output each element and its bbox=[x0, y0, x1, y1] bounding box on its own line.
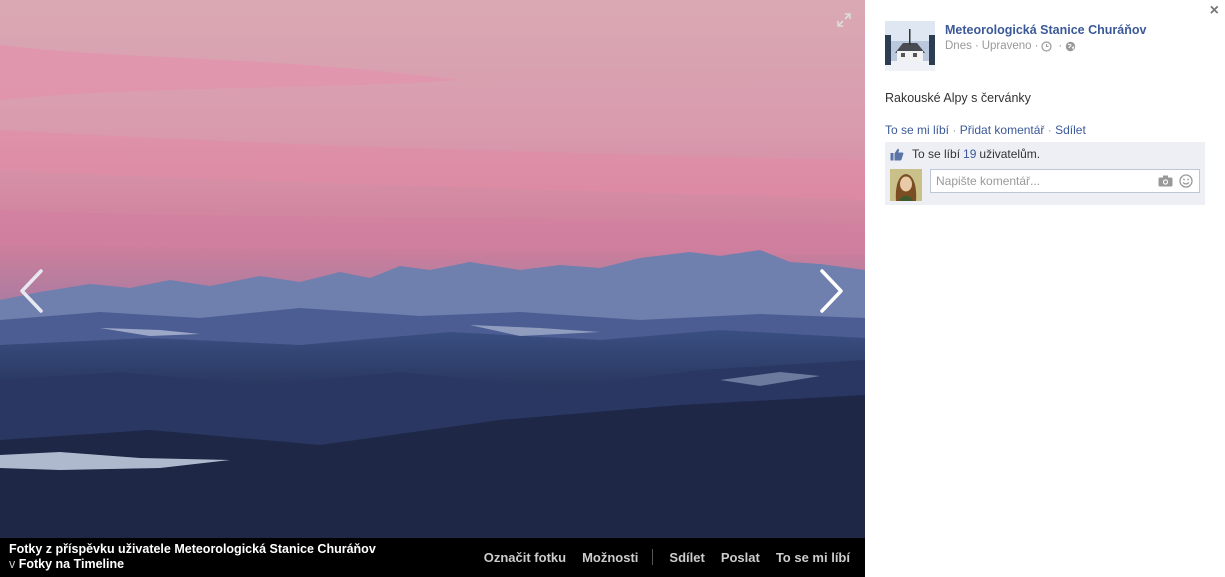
send-button[interactable]: Poslat bbox=[721, 550, 760, 565]
edited-label[interactable]: Upraveno bbox=[982, 40, 1032, 52]
post-date[interactable]: Dnes bbox=[945, 40, 972, 52]
photo-source: Fotky z příspěvku uživatele Meteorologic… bbox=[9, 542, 376, 572]
clock-icon bbox=[1041, 40, 1053, 52]
likes-summary: To se líbí 19 uživatelům. bbox=[890, 147, 1040, 161]
likes-prefix: To se líbí bbox=[912, 147, 961, 161]
post-meta: Dnes · Upraveno · · bbox=[945, 40, 1076, 52]
page-avatar[interactable] bbox=[885, 21, 935, 71]
chevron-left-icon[interactable] bbox=[17, 268, 47, 314]
emoticon-icon[interactable] bbox=[1179, 174, 1193, 188]
details-panel: × Meteorologická Stanice Churáňov Dnes ·… bbox=[865, 0, 1225, 577]
source-album-link[interactable]: Fotky na Timeline bbox=[19, 557, 124, 571]
page-name-link[interactable]: Meteorologická Stanice Churáňov bbox=[945, 23, 1146, 37]
like-button[interactable]: To se mi líbí bbox=[776, 550, 850, 565]
link-separator: · bbox=[1047, 123, 1052, 137]
likes-count-link[interactable]: 19 bbox=[963, 147, 976, 161]
globe-icon[interactable] bbox=[1065, 41, 1076, 52]
camera-icon[interactable] bbox=[1158, 175, 1173, 187]
user-avatar bbox=[890, 169, 922, 201]
source-title[interactable]: Fotky z příspěvku uživatele Meteorologic… bbox=[9, 542, 376, 557]
photo-bottom-bar: Fotky z příspěvku uživatele Meteorologic… bbox=[0, 538, 865, 577]
meta-separator: · bbox=[974, 40, 979, 52]
likes-suffix: uživatelům. bbox=[979, 147, 1041, 161]
source-album-line: v Fotky na Timeline bbox=[9, 557, 376, 572]
photo-caption: Rakouské Alpy s červánky bbox=[885, 91, 1031, 105]
photo-actions: Označit fotku Možnosti Sdílet Poslat To … bbox=[468, 549, 850, 565]
thumbs-up-icon bbox=[890, 148, 904, 160]
share-button[interactable]: Sdílet bbox=[669, 550, 704, 565]
link-separator: · bbox=[952, 123, 957, 137]
chevron-right-icon[interactable] bbox=[816, 268, 846, 314]
add-comment-link[interactable]: Přidat komentář bbox=[960, 123, 1045, 137]
options-button[interactable]: Možnosti bbox=[582, 550, 638, 565]
source-prefix: v bbox=[9, 557, 16, 571]
close-icon[interactable]: × bbox=[1210, 2, 1219, 20]
feedback-links: To se mi líbí · Přidat komentář · Sdílet bbox=[885, 123, 1086, 137]
meta-separator: · bbox=[1034, 40, 1039, 52]
page-avatar-image bbox=[885, 21, 935, 71]
feedback-box: To se líbí 19 uživatelům. bbox=[885, 142, 1205, 205]
share-link[interactable]: Sdílet bbox=[1055, 123, 1086, 137]
expand-icon[interactable] bbox=[836, 12, 852, 28]
photo-image[interactable] bbox=[0, 0, 865, 538]
user-avatar-image bbox=[890, 169, 922, 201]
photo-viewer: Fotky z příspěvku uživatele Meteorologic… bbox=[0, 0, 865, 577]
actions-divider bbox=[652, 549, 654, 565]
like-link[interactable]: To se mi líbí bbox=[885, 123, 949, 137]
landscape-photo bbox=[0, 0, 865, 538]
meta-separator: · bbox=[1058, 40, 1063, 52]
tag-photo-button[interactable]: Označit fotku bbox=[484, 550, 566, 565]
